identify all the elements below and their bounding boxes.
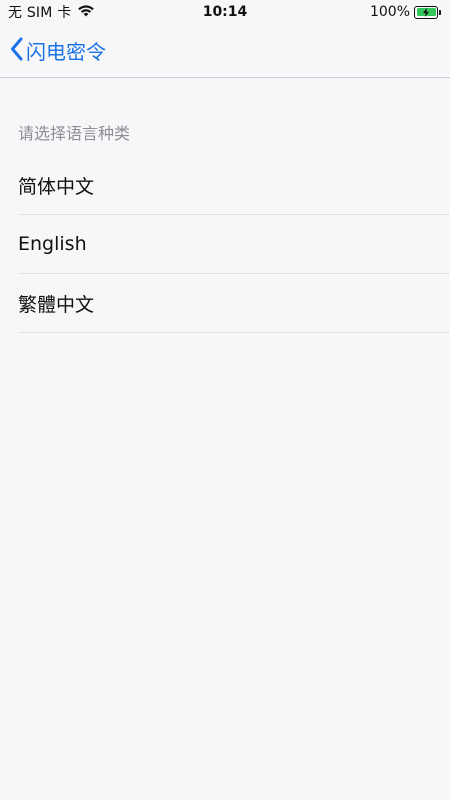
status-bar: 无 SIM 卡 10:14 100% (0, 0, 450, 24)
section-header: 请选择语言种类 (18, 124, 131, 143)
status-right: 100% (370, 4, 442, 20)
charging-bolt-icon (423, 7, 429, 17)
back-button[interactable]: 闪电密令 (0, 24, 106, 77)
battery-icon (414, 5, 441, 19)
chevron-left-icon (10, 37, 24, 65)
battery-fill (416, 7, 436, 17)
carrier-label: 无 SIM 卡 (8, 5, 72, 21)
content: 请选择语言种类 简体中文 English 繁體中文 (0, 78, 450, 333)
language-item-simplified-chinese[interactable]: 简体中文 (18, 156, 450, 215)
language-list: 简体中文 English 繁體中文 (0, 156, 450, 333)
status-left: 无 SIM 卡 (8, 2, 95, 22)
language-item-english[interactable]: English (18, 215, 450, 274)
language-item-traditional-chinese[interactable]: 繁體中文 (18, 274, 450, 333)
wifi-icon (77, 4, 95, 21)
nav-bar: 闪电密令 (0, 24, 450, 78)
back-label: 闪电密令 (26, 40, 106, 64)
battery-percent: 100% (369, 4, 410, 20)
